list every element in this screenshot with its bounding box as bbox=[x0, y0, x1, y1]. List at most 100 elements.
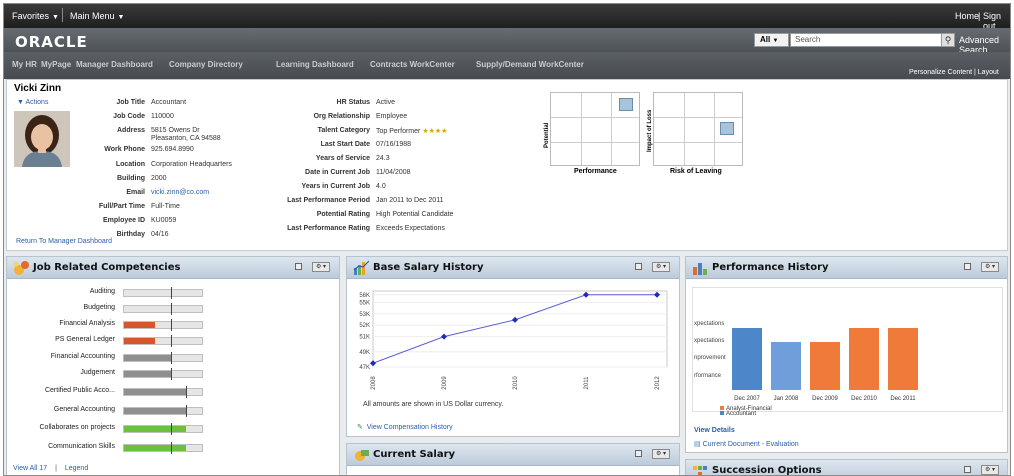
competency-label: Communication Skills bbox=[48, 443, 115, 450]
search-icon[interactable]: ⚲ bbox=[941, 33, 955, 47]
view-details-link[interactable]: View Details bbox=[694, 427, 735, 434]
expand-icon[interactable] bbox=[964, 466, 971, 473]
expand-icon[interactable] bbox=[295, 263, 302, 270]
field-label: Building bbox=[117, 175, 145, 182]
bar-chart-icon bbox=[693, 263, 707, 275]
required-level-marker bbox=[170, 319, 172, 331]
compensation-icon: ✎ bbox=[357, 424, 363, 431]
expand-icon[interactable] bbox=[635, 263, 642, 270]
tab-learning-dashboard[interactable]: Learning Dashboard bbox=[276, 60, 354, 69]
competency-label: Auditing bbox=[89, 288, 115, 295]
return-to-manager-dashboard-link[interactable]: Return To Manager Dashboard bbox=[16, 238, 112, 245]
employee-name: Vicki Zinn bbox=[14, 83, 62, 94]
competency-fill bbox=[124, 322, 156, 328]
required-level-marker bbox=[170, 368, 172, 380]
field-label: Talent Category bbox=[317, 127, 370, 134]
required-level-marker bbox=[170, 303, 172, 315]
current-salary-panel: Current Salary ⚙ ▾ bbox=[346, 443, 680, 475]
last-performance-period-value: Jan 2011 to Dec 2011 bbox=[376, 197, 444, 204]
personalize-content-link[interactable]: Personalize Content bbox=[909, 69, 972, 76]
date-in-current-job-value: 11/04/2008 bbox=[376, 169, 411, 176]
tab-manager-dashboard[interactable]: Manager Dashboard bbox=[76, 60, 153, 69]
competency-fill bbox=[124, 445, 187, 451]
tab-company-directory[interactable]: Company Directory bbox=[169, 60, 243, 69]
field-label: Date in Current Job bbox=[305, 169, 370, 176]
field-label: Last Performance Period bbox=[287, 197, 370, 204]
layout-link[interactable]: Layout bbox=[978, 69, 999, 76]
main-menu[interactable]: Main Menu ▼ bbox=[70, 11, 124, 21]
competency-label: PS General Ledger bbox=[55, 336, 115, 343]
x-tick-label: Dec 2009 bbox=[812, 396, 838, 402]
competency-label: Financial Accounting bbox=[50, 353, 115, 360]
legend-swatch bbox=[720, 411, 724, 415]
performance-bar[interactable] bbox=[810, 342, 840, 390]
field-label: Address bbox=[116, 127, 145, 134]
employee-photo bbox=[14, 111, 70, 167]
panel-menu-button[interactable]: ⚙ ▾ bbox=[312, 262, 330, 272]
years-in-current-job-value: 4.0 bbox=[376, 183, 386, 190]
performance-bar-chart: xpectations xpectations nprovement rformanc… bbox=[694, 321, 918, 417]
impact-risk-grid bbox=[653, 92, 743, 166]
current-document-link[interactable]: ▤ Current Document - Evaluation bbox=[694, 440, 799, 448]
required-level-marker bbox=[186, 386, 188, 398]
competency-label: Certified Public Acco... bbox=[44, 387, 115, 394]
people-icon bbox=[693, 466, 707, 475]
competency-fill bbox=[124, 426, 187, 432]
tab-mypage[interactable]: MyPage bbox=[41, 60, 71, 69]
view-all-link[interactable]: View All 17 bbox=[13, 465, 47, 472]
favorites-label: Favorites bbox=[12, 11, 50, 21]
required-level-marker bbox=[170, 335, 172, 347]
home-link[interactable]: Home bbox=[955, 11, 979, 21]
view-compensation-link[interactable]: ✎ View Compensation History bbox=[357, 423, 453, 431]
legend-link[interactable]: Legend bbox=[65, 465, 88, 472]
tab-supply-demand-workcenter[interactable]: Supply/Demand WorkCenter bbox=[476, 60, 584, 69]
expand-icon[interactable] bbox=[635, 450, 642, 457]
competency-bar bbox=[123, 303, 203, 315]
performance-bar[interactable] bbox=[732, 328, 762, 390]
email-link[interactable]: vicki.zinn@co.com bbox=[151, 189, 209, 196]
actions-menu[interactable]: ▼ Actions bbox=[17, 99, 48, 106]
succession-header: Succession Options ⚙ ▾ bbox=[686, 460, 1007, 475]
competency-fill bbox=[124, 355, 171, 361]
panel-menu-button[interactable]: ⚙ ▾ bbox=[652, 262, 670, 272]
expand-icon[interactable] bbox=[964, 263, 971, 270]
money-icon bbox=[355, 450, 369, 461]
competency-label: Judgement bbox=[80, 369, 115, 376]
tab-contracts-workcenter[interactable]: Contracts WorkCenter bbox=[370, 60, 455, 69]
grid1-xlabel: Performance bbox=[574, 168, 617, 175]
base-salary-panel: Base Salary History ⚙ ▾ 47K 49K 51K 52K 53K 5… bbox=[346, 256, 680, 437]
competency-bar bbox=[123, 287, 203, 299]
search-scope-select[interactable]: All ▼ bbox=[754, 33, 789, 47]
field-label: Work Phone bbox=[104, 146, 145, 153]
footer-divider: | bbox=[55, 465, 57, 472]
salary-line-chart: 47K 49K 51K 52K 53K 55K56K 2008 2009 2010 2011 201… bbox=[359, 290, 668, 390]
search-input[interactable]: Search bbox=[790, 33, 942, 47]
competency-bar bbox=[123, 368, 203, 380]
field-label: Birthday bbox=[116, 231, 145, 238]
document-icon: ▤ bbox=[694, 441, 701, 448]
panel-menu-button[interactable]: ⚙ ▾ bbox=[981, 262, 999, 272]
org-relationship-value: Employee bbox=[376, 113, 408, 120]
field-label: Employee ID bbox=[102, 217, 145, 224]
performance-bar[interactable] bbox=[771, 342, 801, 390]
potential-rating-value: High Potential Candidate bbox=[376, 211, 454, 218]
field-label: Job Title bbox=[116, 99, 145, 106]
required-level-marker bbox=[186, 405, 188, 417]
current-document-label: Current Document - Evaluation bbox=[702, 441, 799, 448]
competency-fill bbox=[124, 371, 171, 377]
x-tick-label: Dec 2010 bbox=[851, 396, 877, 402]
performance-bar[interactable] bbox=[888, 328, 918, 390]
competency-fill bbox=[124, 408, 187, 414]
competency-fill bbox=[124, 389, 187, 395]
field-label: Last Start Date bbox=[320, 141, 370, 148]
performance-header: Performance History ⚙ ▾ bbox=[686, 257, 1007, 279]
performance-bar[interactable] bbox=[849, 328, 879, 390]
favorites-menu[interactable]: Favorites ▼ bbox=[12, 11, 59, 21]
x-tick-label: 2008 bbox=[371, 376, 377, 390]
panel-menu-button[interactable]: ⚙ ▾ bbox=[652, 449, 670, 459]
competency-label: Budgeting bbox=[83, 304, 115, 311]
menu-divider bbox=[62, 8, 63, 22]
tab-my-hr[interactable]: My HR bbox=[12, 60, 37, 69]
panel-menu-button[interactable]: ⚙ ▾ bbox=[981, 465, 999, 475]
grid-placement-marker bbox=[720, 122, 734, 135]
